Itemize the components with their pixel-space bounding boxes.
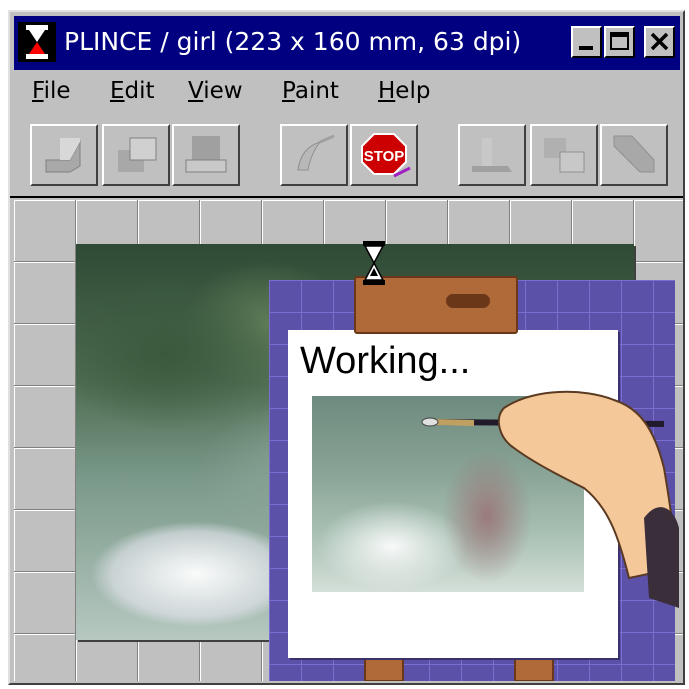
menu-help[interactable]: Help — [378, 78, 430, 104]
open-image-button[interactable] — [30, 124, 98, 186]
paint-option-1-button[interactable] — [458, 124, 526, 186]
menu-paint[interactable]: Paint — [282, 78, 339, 104]
open-image-icon — [45, 138, 81, 173]
brush-icon — [297, 134, 335, 171]
painting-hand-icon — [421, 390, 679, 608]
hourglass-icon — [18, 22, 56, 62]
stop-icon: STOP — [361, 133, 411, 178]
minimize-icon — [579, 46, 593, 50]
stop-button[interactable]: STOP — [350, 124, 418, 186]
window-title: PLINCE / girl (223 x 160 mm, 63 dpi) — [64, 27, 522, 56]
menu-edit[interactable]: Edit — [110, 78, 155, 104]
stop-label: STOP — [364, 148, 405, 165]
menu-bar: File Edit View Paint Help — [14, 74, 680, 112]
app-window: PLINCE / girl (223 x 160 mm, 63 dpi) Fil… — [8, 10, 685, 685]
paint-option-3-button[interactable] — [600, 124, 668, 186]
print-image-icon — [185, 136, 227, 173]
close-button[interactable] — [644, 26, 675, 58]
layers-icon — [544, 138, 585, 173]
toolbar: STOP — [14, 114, 680, 194]
minimize-button[interactable] — [571, 26, 602, 58]
busy-cursor-hourglass-icon — [363, 241, 385, 285]
paint-option-2-button[interactable] — [530, 124, 598, 186]
copy-image-button[interactable] — [102, 124, 170, 186]
undo-paint-button[interactable] — [280, 124, 348, 186]
copy-image-icon — [118, 137, 157, 172]
maximize-button[interactable] — [604, 26, 635, 58]
toolbar-separator — [10, 196, 683, 198]
close-icon — [650, 32, 669, 51]
canvas-area[interactable]: Working... — [14, 200, 683, 681]
brush-stroke-icon — [613, 135, 655, 173]
maximize-icon — [610, 32, 629, 50]
easel-icon — [472, 138, 512, 172]
menu-file[interactable]: File — [32, 78, 71, 104]
print-image-button[interactable] — [172, 124, 240, 186]
title-bar[interactable]: PLINCE / girl (223 x 160 mm, 63 dpi) — [14, 16, 680, 70]
menu-view[interactable]: View — [188, 78, 243, 104]
